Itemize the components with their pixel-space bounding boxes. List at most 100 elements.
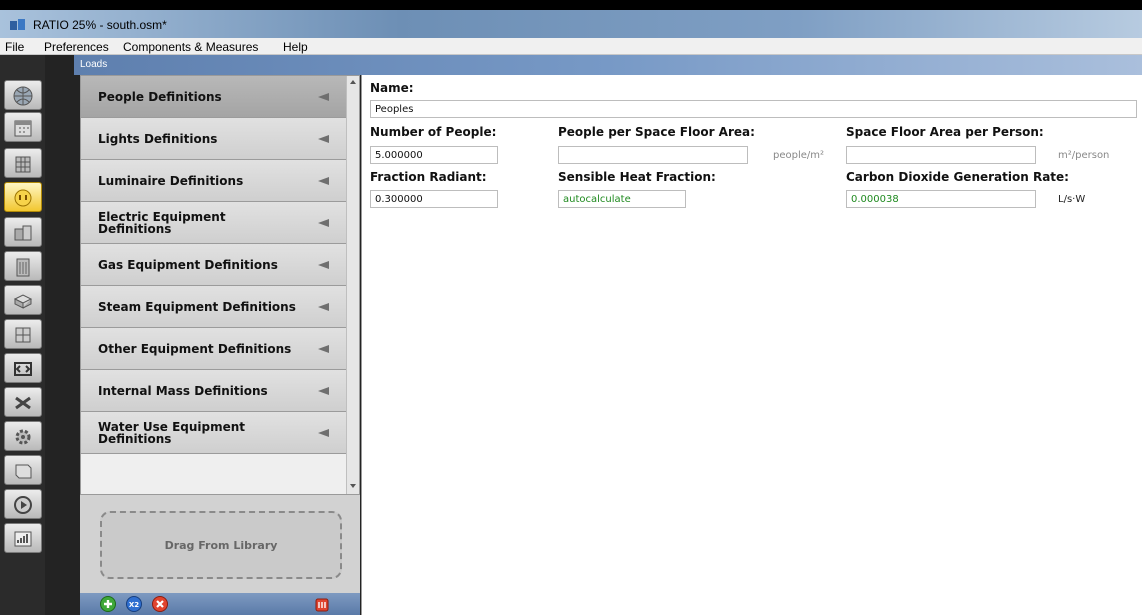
drop-zone[interactable]: Drag From Library (100, 511, 342, 579)
number-of-people-label: Number of People: (370, 125, 497, 139)
app-icon (10, 19, 25, 30)
list-item-gas-equipment-definitions[interactable]: Gas Equipment Definitions (81, 244, 347, 286)
tab-run[interactable] (4, 489, 42, 519)
space-box-icon (13, 294, 33, 309)
building-icon (16, 258, 30, 277)
list-scrollbar[interactable] (346, 76, 359, 494)
list-item-luminaire-definitions[interactable]: Luminaire Definitions (81, 160, 347, 202)
copy-button[interactable]: X2 (126, 596, 142, 612)
tab-simulation-settings[interactable] (4, 421, 42, 451)
vertical-tab-strip (0, 55, 45, 615)
list-item-electric-equipment-definitions[interactable]: Electric Equipment Definitions (81, 202, 347, 244)
area-per-person-field[interactable] (846, 146, 1036, 164)
list-item-label: Lights Definitions (98, 131, 218, 146)
menu-file[interactable]: File (5, 40, 24, 54)
window-title: RATIO 25% - south.osm* (33, 18, 167, 32)
drop-zone-label: Drag From Library (164, 539, 278, 552)
tab-variables[interactable] (4, 387, 42, 417)
definitions-list: People Definitions Lights Definitions Lu… (80, 75, 360, 495)
add-icon (100, 596, 116, 612)
co2-generation-rate-unit: L/s·W (1058, 194, 1086, 205)
purge-icon (315, 598, 329, 612)
tab-spaces[interactable] (4, 285, 42, 315)
people-per-area-field[interactable] (558, 146, 748, 164)
co2-generation-rate-field[interactable]: 0.000038 (846, 190, 1036, 208)
menu-preferences[interactable]: Preferences (44, 40, 109, 54)
space-types-icon (14, 225, 32, 241)
arrow-left-icon (318, 260, 329, 269)
name-label: Name: (370, 81, 414, 95)
fraction-radiant-label: Fraction Radiant: (370, 170, 487, 184)
remove-button[interactable] (152, 596, 168, 612)
tab-space-types[interactable] (4, 217, 42, 247)
app-window: RATIO 25% - south.osm* File Preferences … (0, 10, 1142, 615)
svg-text:X2: X2 (129, 601, 139, 609)
arrow-left-icon (318, 386, 329, 395)
scroll-down-icon[interactable] (350, 484, 356, 488)
people-per-area-unit: people/m² (773, 150, 825, 161)
tab-loads[interactable] (4, 182, 42, 212)
tab-results[interactable] (4, 523, 42, 553)
run-icon (14, 496, 32, 514)
remove-icon (152, 596, 168, 612)
sensible-heat-fraction-field[interactable]: autocalculate (558, 190, 686, 208)
menu-help[interactable]: Help (283, 40, 308, 54)
menu-bar: File Preferences Components & Measures H… (0, 38, 1142, 55)
list-item-label: Luminaire Definitions (98, 173, 244, 188)
tab-thermal-zones[interactable] (4, 319, 42, 349)
area-per-person-unit: m²/person (1058, 150, 1110, 161)
number-of-people-field[interactable]: 5.000000 (370, 146, 498, 164)
list-item-label: People Definitions (98, 89, 222, 104)
add-button[interactable] (100, 596, 116, 612)
header-label: Loads (80, 59, 108, 70)
list-item-lights-definitions[interactable]: Lights Definitions (81, 118, 347, 160)
area-per-person-label: Space Floor Area per Person: (846, 125, 1044, 139)
simulation-settings-icon (15, 429, 31, 445)
people-per-area-label: People per Space Floor Area: (558, 125, 755, 139)
arrow-left-icon (318, 344, 329, 353)
tab-schedules[interactable] (4, 112, 42, 142)
list-item-label: Steam Equipment Definitions (98, 299, 296, 314)
tab-constructions[interactable] (4, 148, 42, 178)
tab-scripts[interactable] (4, 455, 42, 485)
results-icon (14, 531, 32, 547)
section-header: Loads (74, 55, 1142, 75)
variables-icon (15, 396, 31, 410)
main-frame: Loads People Definitions Lights Definiti… (0, 55, 1142, 615)
list-item-label: Gas Equipment Definitions (98, 257, 278, 272)
title-bar[interactable]: RATIO 25% - south.osm* (0, 10, 1142, 38)
name-field[interactable]: Peoples (370, 100, 1137, 118)
library-drop-area: Drag From Library (80, 495, 360, 593)
hvac-loop-icon (14, 362, 32, 376)
list-item-water-use-equipment-definitions[interactable]: Water Use Equipment Definitions (81, 412, 347, 454)
list-item-label: Other Equipment Definitions (98, 341, 292, 356)
scroll-up-icon[interactable] (350, 80, 356, 84)
sensible-heat-fraction-label: Sensible Heat Fraction: (558, 170, 716, 184)
thermal-zones-icon (15, 327, 31, 343)
inspector-panel: Name: Peoples Number of People: People p… (361, 75, 1142, 615)
loads-plug-icon (14, 189, 32, 207)
arrow-left-icon (318, 134, 329, 143)
list-item-other-equipment-definitions[interactable]: Other Equipment Definitions (81, 328, 347, 370)
list-item-label: Electric Equipment Definitions (98, 209, 226, 236)
copy-icon: X2 (126, 596, 142, 612)
arrow-left-icon (318, 428, 329, 437)
list-item-internal-mass-definitions[interactable]: Internal Mass Definitions (81, 370, 347, 412)
co2-generation-rate-label: Carbon Dioxide Generation Rate: (846, 170, 1069, 184)
tab-site[interactable] (4, 80, 42, 110)
tab-facility[interactable] (4, 251, 42, 281)
purge-button[interactable] (314, 596, 330, 612)
building-stack-icon (15, 156, 31, 173)
list-item-steam-equipment-definitions[interactable]: Steam Equipment Definitions (81, 286, 347, 328)
arrow-left-icon (318, 92, 329, 101)
arrow-left-icon (318, 218, 329, 227)
calendar-icon (14, 120, 32, 137)
fraction-radiant-field[interactable]: 0.300000 (370, 190, 498, 208)
list-item-label: Water Use Equipment Definitions (98, 419, 246, 446)
list-item-label: Internal Mass Definitions (98, 383, 268, 398)
globe-icon (13, 86, 33, 106)
tab-hvac[interactable] (4, 353, 42, 383)
list-item-people-definitions[interactable]: People Definitions (81, 76, 347, 118)
list-toolbar: X2 (80, 593, 360, 615)
menu-components-measures[interactable]: Components & Measures (123, 40, 258, 54)
